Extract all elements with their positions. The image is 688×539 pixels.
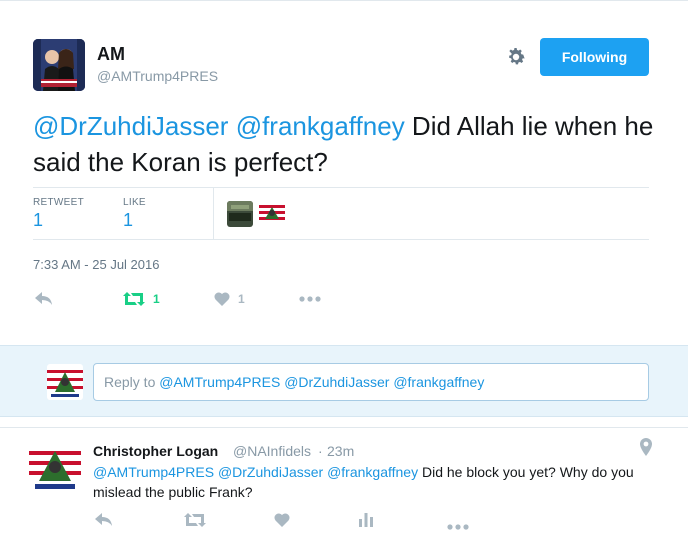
mention-link[interactable]: @frankgaffney (236, 111, 405, 141)
reply-dot: · (318, 443, 323, 459)
top-border (0, 0, 688, 4)
heart-icon (274, 513, 290, 527)
liker-avatar[interactable] (227, 201, 253, 227)
avatar[interactable] (29, 441, 81, 493)
more-icon (447, 524, 469, 530)
avatar[interactable] (47, 364, 83, 400)
reply-composer: Reply to @AMTrump4PRES @DrZuhdiJasser @f… (0, 345, 688, 417)
retweet-stat-count[interactable]: 1 (33, 210, 43, 231)
retweet-icon (123, 292, 145, 306)
reply-input[interactable]: Reply to @AMTrump4PRES @DrZuhdiJasser @f… (93, 363, 649, 401)
retweet-count: 1 (153, 292, 160, 306)
gear-icon[interactable] (505, 46, 527, 68)
divider (0, 427, 688, 428)
more-icon (299, 296, 321, 302)
liker-avatar[interactable] (259, 201, 285, 227)
like-count: 1 (238, 292, 245, 306)
avatar[interactable] (33, 39, 85, 91)
tweet-stats: RETWEET 1 LIKE 1 (33, 187, 649, 240)
stats-divider (213, 188, 214, 239)
heart-icon (214, 292, 230, 306)
reply-button[interactable] (95, 513, 113, 532)
reply-prefix: Reply to (104, 374, 160, 390)
retweet-stat-label: RETWEET (33, 197, 84, 208)
retweet-icon (184, 513, 206, 527)
reply-author-name[interactable]: Christopher Logan (93, 443, 218, 459)
tweet-text: @DrZuhdiJasser @frankgaffney Did Allah l… (33, 108, 663, 180)
retweet-button[interactable] (184, 513, 206, 532)
like-button[interactable]: 1 (214, 289, 245, 309)
reply-text: @AMTrump4PRES @DrZuhdiJasser @frankgaffn… (93, 462, 663, 502)
more-button[interactable] (299, 289, 321, 309)
mention-link[interactable]: @DrZuhdiJasser (33, 111, 228, 141)
reply-time[interactable]: 23m (327, 443, 354, 459)
like-stat-label: LIKE (123, 197, 146, 208)
more-button[interactable] (447, 517, 469, 535)
analytics-icon (359, 513, 373, 527)
reply-button[interactable] (35, 289, 53, 309)
display-name[interactable]: AM (97, 44, 125, 65)
reply-mentions: @AMTrump4PRES @DrZuhdiJasser @frankgaffn… (159, 374, 485, 390)
reply-author-handle[interactable]: @NAInfidels (233, 443, 311, 459)
like-stat-count[interactable]: 1 (123, 210, 133, 231)
analytics-button[interactable] (359, 513, 373, 532)
reply-icon (95, 513, 112, 526)
tweet-timestamp[interactable]: 7:33 AM - 25 Jul 2016 (33, 257, 159, 272)
reply-icon (35, 292, 52, 305)
retweet-button[interactable]: 1 (123, 289, 160, 309)
pin-icon (639, 438, 653, 456)
user-handle[interactable]: @AMTrump4PRES (97, 68, 218, 84)
following-button[interactable]: Following (540, 38, 649, 76)
like-button[interactable] (274, 513, 290, 532)
mention-link[interactable]: @AMTrump4PRES @DrZuhdiJasser @frankgaffn… (93, 464, 418, 480)
